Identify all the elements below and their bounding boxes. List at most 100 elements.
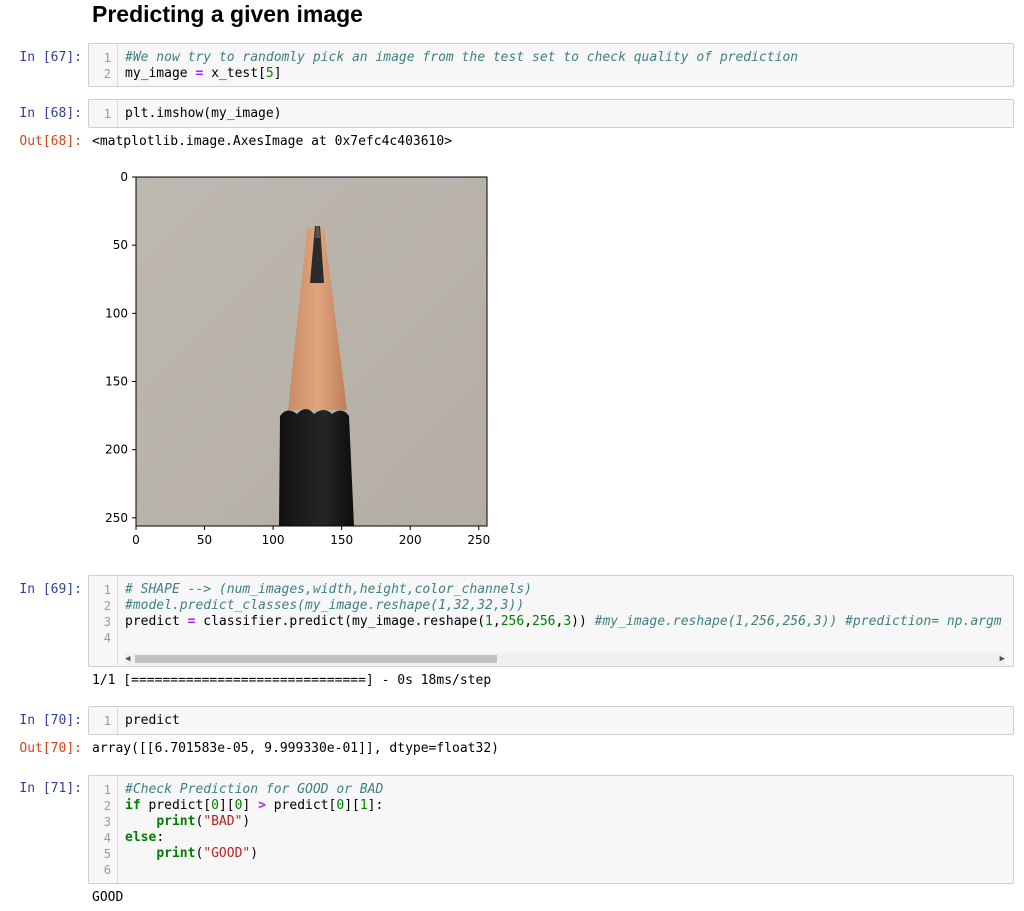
line-number: 6 — [103, 863, 111, 877]
line-number: 1 — [103, 714, 111, 728]
x-tick-label: 100 — [262, 533, 285, 547]
x-tick-label: 200 — [399, 533, 422, 547]
code-token: #my_image.reshape(1,256,256,3)) #predict… — [594, 614, 1002, 629]
code-line: # SHAPE --> (num_images,width,height,col… — [125, 582, 1002, 598]
y-tick-label: 50 — [113, 238, 128, 252]
code-cell-68[interactable]: 1 plt.imshow(my_image) — [88, 99, 1014, 128]
cell-71-prompt: In [71]: — [19, 781, 82, 796]
code-token: 256 — [500, 614, 525, 629]
line-number: 1 — [103, 107, 111, 121]
code-token: ] — [273, 66, 282, 81]
line-number: 2 — [103, 599, 111, 613]
code-token: 0 — [336, 798, 345, 813]
code-token: )) — [571, 614, 587, 629]
out-70-text: array([[6.701583e-05, 9.999330e-01]], dt… — [92, 741, 499, 756]
horizontal-scrollbar[interactable]: ◀ ▶ — [125, 653, 1005, 665]
code-token: ) — [242, 814, 251, 829]
out-69-text: 1/1 [==============================] - 0… — [92, 673, 492, 688]
code-token: predict — [125, 614, 188, 629]
code-token: x_test[ — [203, 66, 266, 81]
code-token: print — [156, 846, 196, 861]
x-tick-label: 150 — [330, 533, 353, 547]
x-tick-label: 0 — [132, 533, 140, 547]
code-token: ] — [242, 798, 259, 813]
code-token: "GOOD" — [203, 846, 251, 861]
line-number: 4 — [103, 631, 111, 645]
code-token: predict[ — [140, 798, 212, 813]
code-token: ][ — [344, 798, 360, 813]
scrollbar-thumb[interactable] — [135, 655, 497, 663]
out-71-text: GOOD — [92, 890, 124, 905]
scroll-left-icon[interactable]: ◀ — [125, 653, 130, 665]
x-tick-label: 50 — [197, 533, 212, 547]
code-token: plt.imshow(my_image) — [125, 106, 282, 121]
line-number: 4 — [103, 831, 111, 845]
code-editor[interactable]: # SHAPE --> (num_images,width,height,col… — [125, 582, 1002, 646]
code-line: print("GOOD") — [125, 846, 383, 862]
code-line: predict — [125, 713, 180, 729]
code-token: if — [125, 798, 141, 813]
code-editor[interactable]: #Check Prediction for GOOD or BAD if pred… — [125, 782, 383, 878]
line-number: 1 — [103, 51, 111, 65]
line-number: 3 — [103, 815, 111, 829]
imshow-plot: 0 50 100 150 200 250 0 50 100 150 200 250 — [105, 170, 490, 547]
code-token: ) — [250, 846, 259, 861]
scroll-right-icon[interactable]: ▶ — [1000, 653, 1005, 665]
code-cell-71[interactable]: 1 2 3 4 5 6 #Check Prediction for GOOD or BAD i… — [88, 775, 1014, 884]
code-editor[interactable]: predict — [125, 713, 180, 729]
cell-67-prompt: In [67]: — [19, 50, 82, 65]
code-editor[interactable]: #We now try to randomly pick an image fr… — [125, 50, 798, 82]
code-token: my_image — [125, 66, 196, 81]
out-68-text: <matplotlib.image.AxesImage at 0x7efc4c4… — [92, 134, 453, 149]
cell-70-prompt: In [70]: — [19, 713, 82, 728]
code-line: #We now try to randomly pick an image fr… — [125, 50, 798, 66]
code-editor[interactable]: plt.imshow(my_image) — [125, 106, 282, 122]
code-line: #model.predict_classes(my_image.reshape(… — [125, 598, 1002, 614]
code-token: #Check Prediction for GOOD or BAD — [125, 782, 384, 797]
code-cell-67[interactable]: 1 2 #We now try to randomly pick an image … — [88, 43, 1014, 87]
cell-69-prompt: In [69]: — [19, 582, 82, 597]
code-token: 3 — [563, 614, 572, 629]
y-tick-label: 250 — [105, 511, 128, 525]
code-token: predict[ — [265, 798, 337, 813]
code-token: ]: — [367, 798, 384, 813]
code-token: #We now try to randomly pick an image fr… — [125, 50, 799, 65]
cell-68-prompt: In [68]: — [19, 106, 82, 121]
code-token: 0 — [211, 798, 219, 813]
y-tick-label: 150 — [105, 374, 128, 388]
section-heading: Predicting a given image — [92, 1, 363, 27]
code-cell-70[interactable]: 1 predict — [88, 706, 1014, 735]
code-line: else: — [125, 830, 383, 846]
code-token: 256 — [532, 614, 556, 629]
out-70-prompt: Out[70]: — [19, 741, 82, 756]
code-token: , — [492, 614, 501, 629]
line-number: 2 — [103, 67, 111, 81]
code-token: #model.predict_classes(my_image.reshape(… — [125, 598, 525, 613]
code-line: plt.imshow(my_image) — [125, 106, 282, 122]
code-line: if predict[0][0] > predict[0][1]: — [125, 798, 383, 814]
code-token: predict — [125, 713, 180, 728]
out-68-prompt: Out[68]: — [19, 134, 82, 149]
line-number: 2 — [103, 799, 111, 813]
code-line: print("BAD") — [125, 814, 383, 830]
line-number: 3 — [103, 615, 111, 629]
code-token: "BAD" — [203, 814, 243, 829]
line-number: 1 — [103, 583, 111, 597]
y-tick-label: 0 — [120, 170, 128, 184]
code-token: ][ — [218, 798, 235, 813]
code-line: #Check Prediction for GOOD or BAD — [125, 782, 383, 798]
code-line: my_image = x_test[5] — [125, 66, 798, 82]
code-token: else — [125, 830, 157, 845]
code-cell-69[interactable]: ◀ ▶ 1 2 3 4 # SHAPE --> (num_images,width,he… — [88, 575, 1014, 667]
code-token: print — [156, 814, 196, 829]
x-tick-label: 250 — [467, 533, 490, 547]
code-token: > — [258, 798, 266, 813]
code-token: : — [156, 830, 165, 845]
line-number: 1 — [103, 783, 111, 797]
code-token: , — [524, 614, 533, 629]
code-token: # SHAPE --> (num_images,width,height,col… — [125, 582, 532, 597]
